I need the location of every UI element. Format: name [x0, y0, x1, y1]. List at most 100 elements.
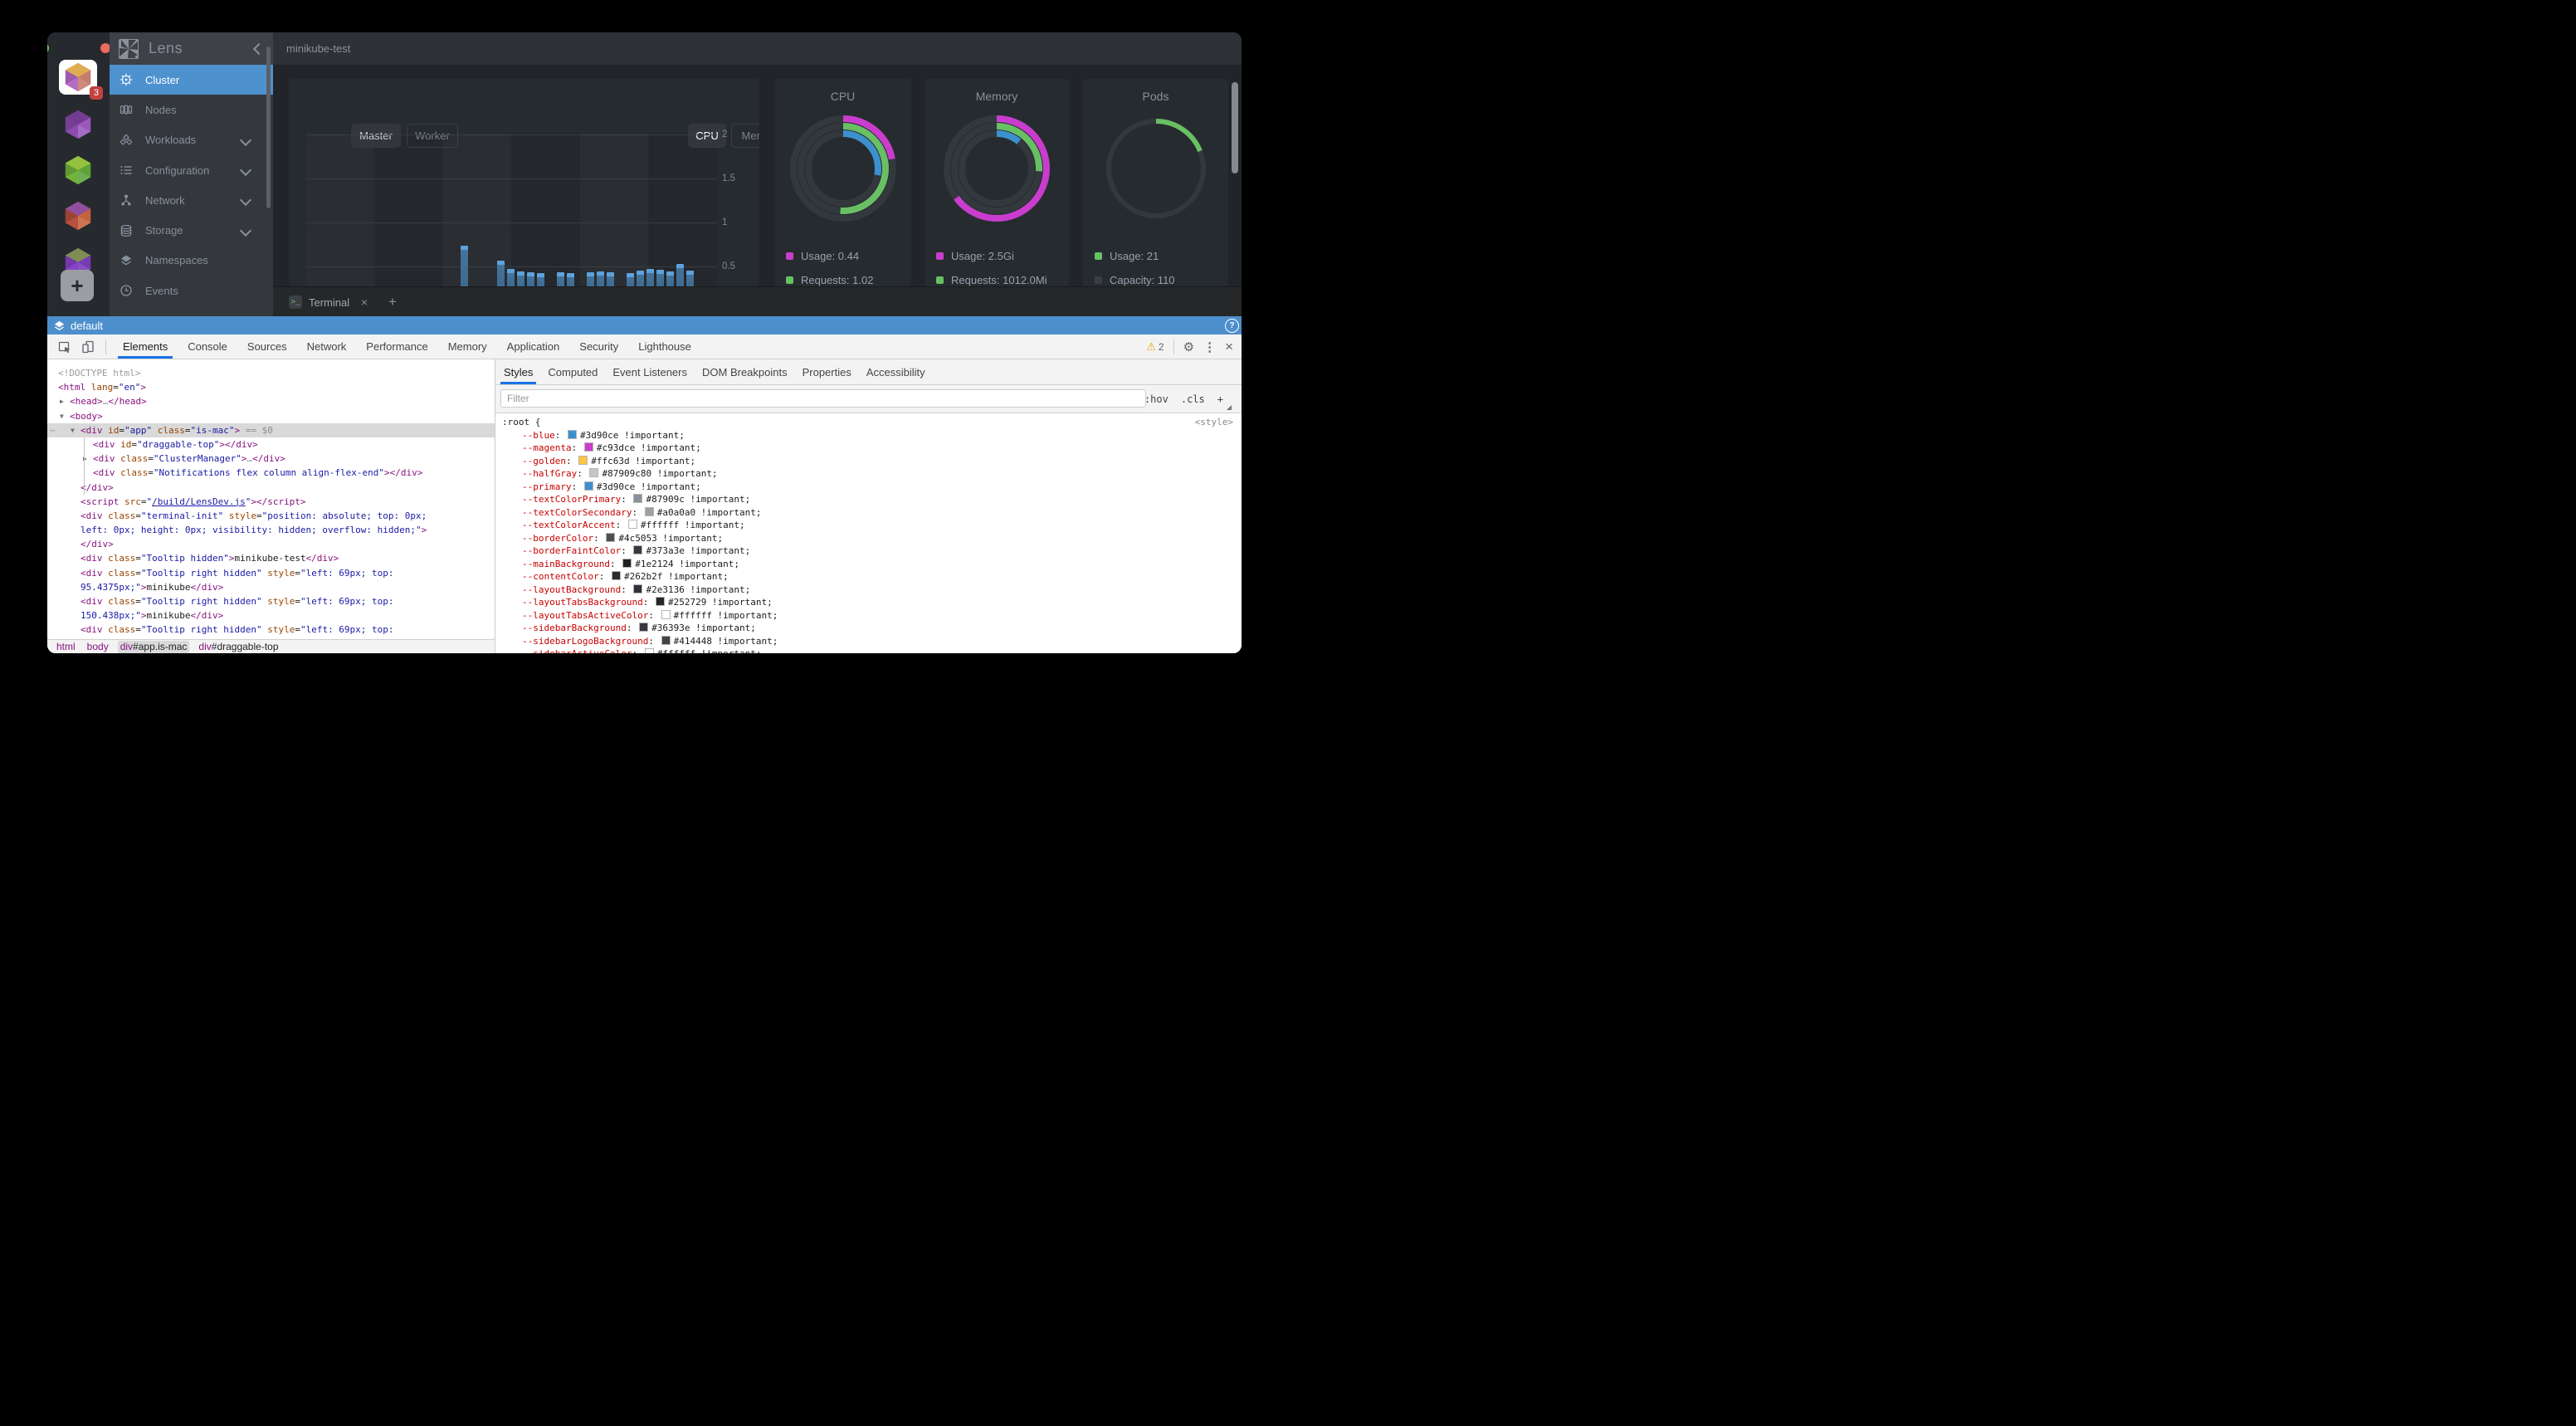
- color-swatch[interactable]: [645, 648, 654, 653]
- sidebar-item-namespaces[interactable]: Namespaces: [110, 246, 273, 276]
- cpu-usage-bar[interactable]: [627, 273, 634, 286]
- sidebar-item-events[interactable]: Events: [110, 276, 273, 305]
- cpu-usage-bar[interactable]: [497, 261, 505, 286]
- css-variable-row[interactable]: --mainBackground: #1e2124 !important;: [495, 558, 1242, 571]
- dom-tree-row[interactable]: <div class="Tooltip right hidden" style=…: [47, 566, 495, 580]
- css-selector[interactable]: :root {: [502, 417, 540, 427]
- css-variable-row[interactable]: --textColorAccent: #ffffff !important;: [495, 519, 1242, 532]
- styles-control-hov[interactable]: :hov: [1144, 393, 1168, 405]
- css-variable-row[interactable]: --layoutBackground: #2e3136 !important;: [495, 584, 1242, 597]
- device-toolbar-icon[interactable]: [82, 340, 95, 354]
- color-swatch[interactable]: [612, 571, 621, 580]
- css-variable-row[interactable]: --golden: #ffc63d !important;: [495, 455, 1242, 468]
- cpu-usage-bar[interactable]: [527, 272, 534, 286]
- devtools-tab-memory[interactable]: Memory: [438, 335, 497, 359]
- color-swatch[interactable]: [639, 623, 648, 632]
- css-variable-row[interactable]: --borderColor: #4c5053 !important;: [495, 532, 1242, 545]
- color-swatch[interactable]: [606, 533, 615, 542]
- add-cluster-button[interactable]: +: [61, 270, 94, 301]
- css-variable-row[interactable]: --contentColor: #262b2f !important;: [495, 570, 1242, 584]
- css-variable-row[interactable]: --layoutTabsActiveColor: #ffffff !import…: [495, 609, 1242, 623]
- cpu-usage-bar[interactable]: [537, 273, 544, 286]
- style-source-link[interactable]: <style>: [1195, 416, 1233, 429]
- color-swatch[interactable]: [633, 494, 642, 503]
- dom-tree-row[interactable]: <html lang="en">: [47, 380, 495, 394]
- color-swatch[interactable]: [633, 545, 642, 554]
- dom-tree-row[interactable]: <div class="Tooltip right hidden" style=…: [47, 594, 495, 608]
- devtools-tab-network[interactable]: Network: [297, 335, 357, 359]
- cpu-usage-bar[interactable]: [461, 246, 468, 286]
- collapse-arrow-icon[interactable]: ▼: [71, 423, 75, 437]
- dom-tree-row[interactable]: <div id="draggable-top"></div>: [47, 437, 495, 452]
- terminal-add-icon[interactable]: +: [388, 287, 397, 317]
- color-swatch[interactable]: [661, 636, 671, 645]
- settings-gear-icon[interactable]: ⚙: [1183, 339, 1194, 354]
- sidebar-item-configuration[interactable]: Configuration: [110, 155, 273, 185]
- css-variable-row[interactable]: --blue: #3d90ce !important;: [495, 429, 1242, 442]
- sidebar-collapse-icon[interactable]: [253, 42, 265, 54]
- collapse-arrow-icon[interactable]: ▼: [60, 409, 64, 423]
- color-swatch[interactable]: [645, 507, 654, 516]
- css-variable-row[interactable]: --sidebarBackground: #36393e !important;: [495, 622, 1242, 635]
- cpu-usage-bar[interactable]: [666, 271, 674, 286]
- devtools-tab-performance[interactable]: Performance: [356, 335, 437, 359]
- more-actions-icon[interactable]: ⋯: [50, 423, 56, 437]
- devtools-tab-console[interactable]: Console: [178, 335, 237, 359]
- terminal-close-icon[interactable]: ×: [361, 287, 368, 317]
- cluster-icon[interactable]: [59, 198, 97, 233]
- cpu-usage-bar[interactable]: [567, 273, 574, 286]
- maximize-window-button[interactable]: [47, 43, 49, 53]
- devtools-tab-security[interactable]: Security: [569, 335, 628, 359]
- cluster-icon[interactable]: [59, 107, 97, 142]
- dom-tree-row[interactable]: left: 0px; height: 0px; visibility: hidd…: [47, 523, 495, 537]
- css-variable-row[interactable]: --primary: #3d90ce !important;: [495, 481, 1242, 494]
- color-swatch[interactable]: [584, 442, 593, 452]
- sidebar-item-nodes[interactable]: Nodes: [110, 95, 273, 125]
- dom-tree-row[interactable]: <div class="terminal-init" style="positi…: [47, 509, 495, 523]
- dom-tree-row[interactable]: ▼<body>: [47, 409, 495, 423]
- expand-arrow-icon[interactable]: ▶: [60, 394, 64, 408]
- dom-tree-row[interactable]: ⋯▼<div id="app" class="is-mac"> == $0: [47, 423, 495, 437]
- dom-tree-row[interactable]: </div>: [47, 481, 495, 495]
- cpu-usage-bar[interactable]: [597, 271, 604, 286]
- styles-subtab-properties[interactable]: Properties: [795, 359, 859, 384]
- breadcrumb-item[interactable]: div#app.is-mac: [118, 641, 190, 653]
- cpu-usage-bar[interactable]: [676, 264, 684, 286]
- dom-tree-row[interactable]: ▶<head>…</head>: [47, 394, 495, 408]
- console-warnings-badge[interactable]: ⚠2: [1146, 340, 1164, 354]
- node-toggle-master[interactable]: Master: [351, 124, 401, 148]
- css-variable-row[interactable]: --sidebarLogoBackground: #414448 !import…: [495, 635, 1242, 648]
- styles-filter-input[interactable]: Filter: [500, 389, 1146, 408]
- color-swatch[interactable]: [628, 520, 637, 529]
- dom-tree-row[interactable]: <div class="Tooltip hidden">minikube-tes…: [47, 551, 495, 565]
- devtools-tab-application[interactable]: Application: [497, 335, 570, 359]
- cpu-usage-bar[interactable]: [686, 271, 694, 286]
- devtools-tab-sources[interactable]: Sources: [237, 335, 297, 359]
- sidebar-item-storage[interactable]: Storage: [110, 215, 273, 245]
- dom-tree-row[interactable]: <script src="/build/LensDev.js"></script…: [47, 495, 495, 509]
- dom-tree-row[interactable]: <div class="Tooltip right hidden" style=…: [47, 623, 495, 637]
- styles-subtab-styles[interactable]: Styles: [496, 359, 540, 384]
- cpu-usage-bar[interactable]: [557, 272, 564, 286]
- color-swatch[interactable]: [633, 584, 642, 593]
- breadcrumb-item[interactable]: html: [54, 641, 78, 653]
- sidebar-item-workloads[interactable]: Workloads: [110, 125, 273, 155]
- color-swatch[interactable]: [568, 430, 577, 439]
- cpu-usage-bar[interactable]: [607, 272, 614, 286]
- namespace-label[interactable]: default: [71, 320, 103, 332]
- dom-tree-row[interactable]: <!DOCTYPE html>: [47, 366, 495, 380]
- node-toggle-worker[interactable]: Worker: [407, 124, 458, 148]
- sidebar-scrollbar[interactable]: [266, 46, 271, 208]
- main-scrollbar[interactable]: [1232, 82, 1238, 173]
- css-variable-row[interactable]: --borderFaintColor: #373a3e !important;: [495, 545, 1242, 558]
- dom-tree-row[interactable]: <div class="Notifications flex column al…: [47, 466, 495, 480]
- styles-subtab-dom-breakpoints[interactable]: DOM Breakpoints: [695, 359, 795, 384]
- breadcrumb-item[interactable]: div#draggable-top: [196, 641, 281, 653]
- cpu-usage-bar[interactable]: [507, 269, 515, 286]
- css-variable-row[interactable]: --textColorPrimary: #87909c !important;: [495, 493, 1242, 506]
- cpu-usage-bar[interactable]: [587, 272, 594, 286]
- sidebar-item-network[interactable]: Network: [110, 185, 273, 215]
- devtools-tab-lighthouse[interactable]: Lighthouse: [628, 335, 701, 359]
- color-swatch[interactable]: [656, 597, 665, 606]
- styles-subtab-accessibility[interactable]: Accessibility: [859, 359, 933, 384]
